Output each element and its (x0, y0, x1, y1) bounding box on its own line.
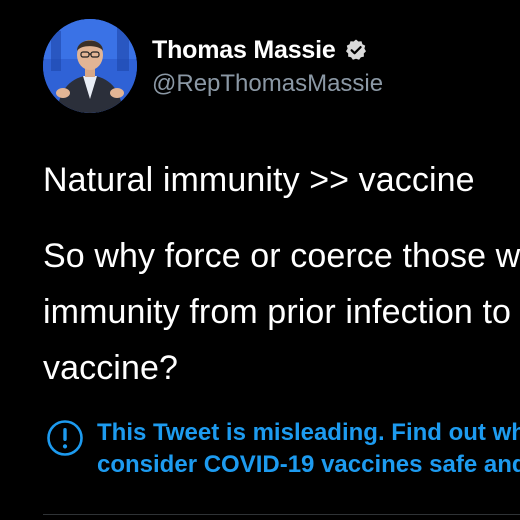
tweet-text-line-4: vaccine? (43, 349, 178, 387)
verified-badge-icon (344, 38, 368, 62)
tweet-text-line-2: So why force or coerce those with (43, 237, 520, 275)
notice-line-2[interactable]: consider COVID-19 vaccines safe and effe… (97, 449, 520, 481)
author-display-name[interactable]: Thomas Massie (152, 35, 336, 65)
tweet-text-paragraph-2: So why force or coerce those with immuni… (43, 228, 520, 396)
tweet-text-line-3: immunity from prior infection to take th… (43, 293, 520, 331)
author-name-row[interactable]: Thomas Massie (152, 35, 368, 65)
misleading-notice-link[interactable]: This Tweet is misleading. Find out why h… (97, 417, 520, 481)
author-handle[interactable]: @RepThomasMassie (152, 70, 383, 98)
notice-line-1[interactable]: This Tweet is misleading. Find out why h… (97, 417, 520, 449)
tweet-text-line-1: Natural immunity >> vaccine (43, 161, 475, 199)
exclamation-circle-icon (46, 419, 84, 457)
avatar[interactable] (43, 19, 137, 113)
divider (43, 514, 520, 515)
tweet-card: Thomas Massie @RepThomasMassie Natural i… (0, 0, 520, 520)
profile-photo (43, 19, 137, 113)
